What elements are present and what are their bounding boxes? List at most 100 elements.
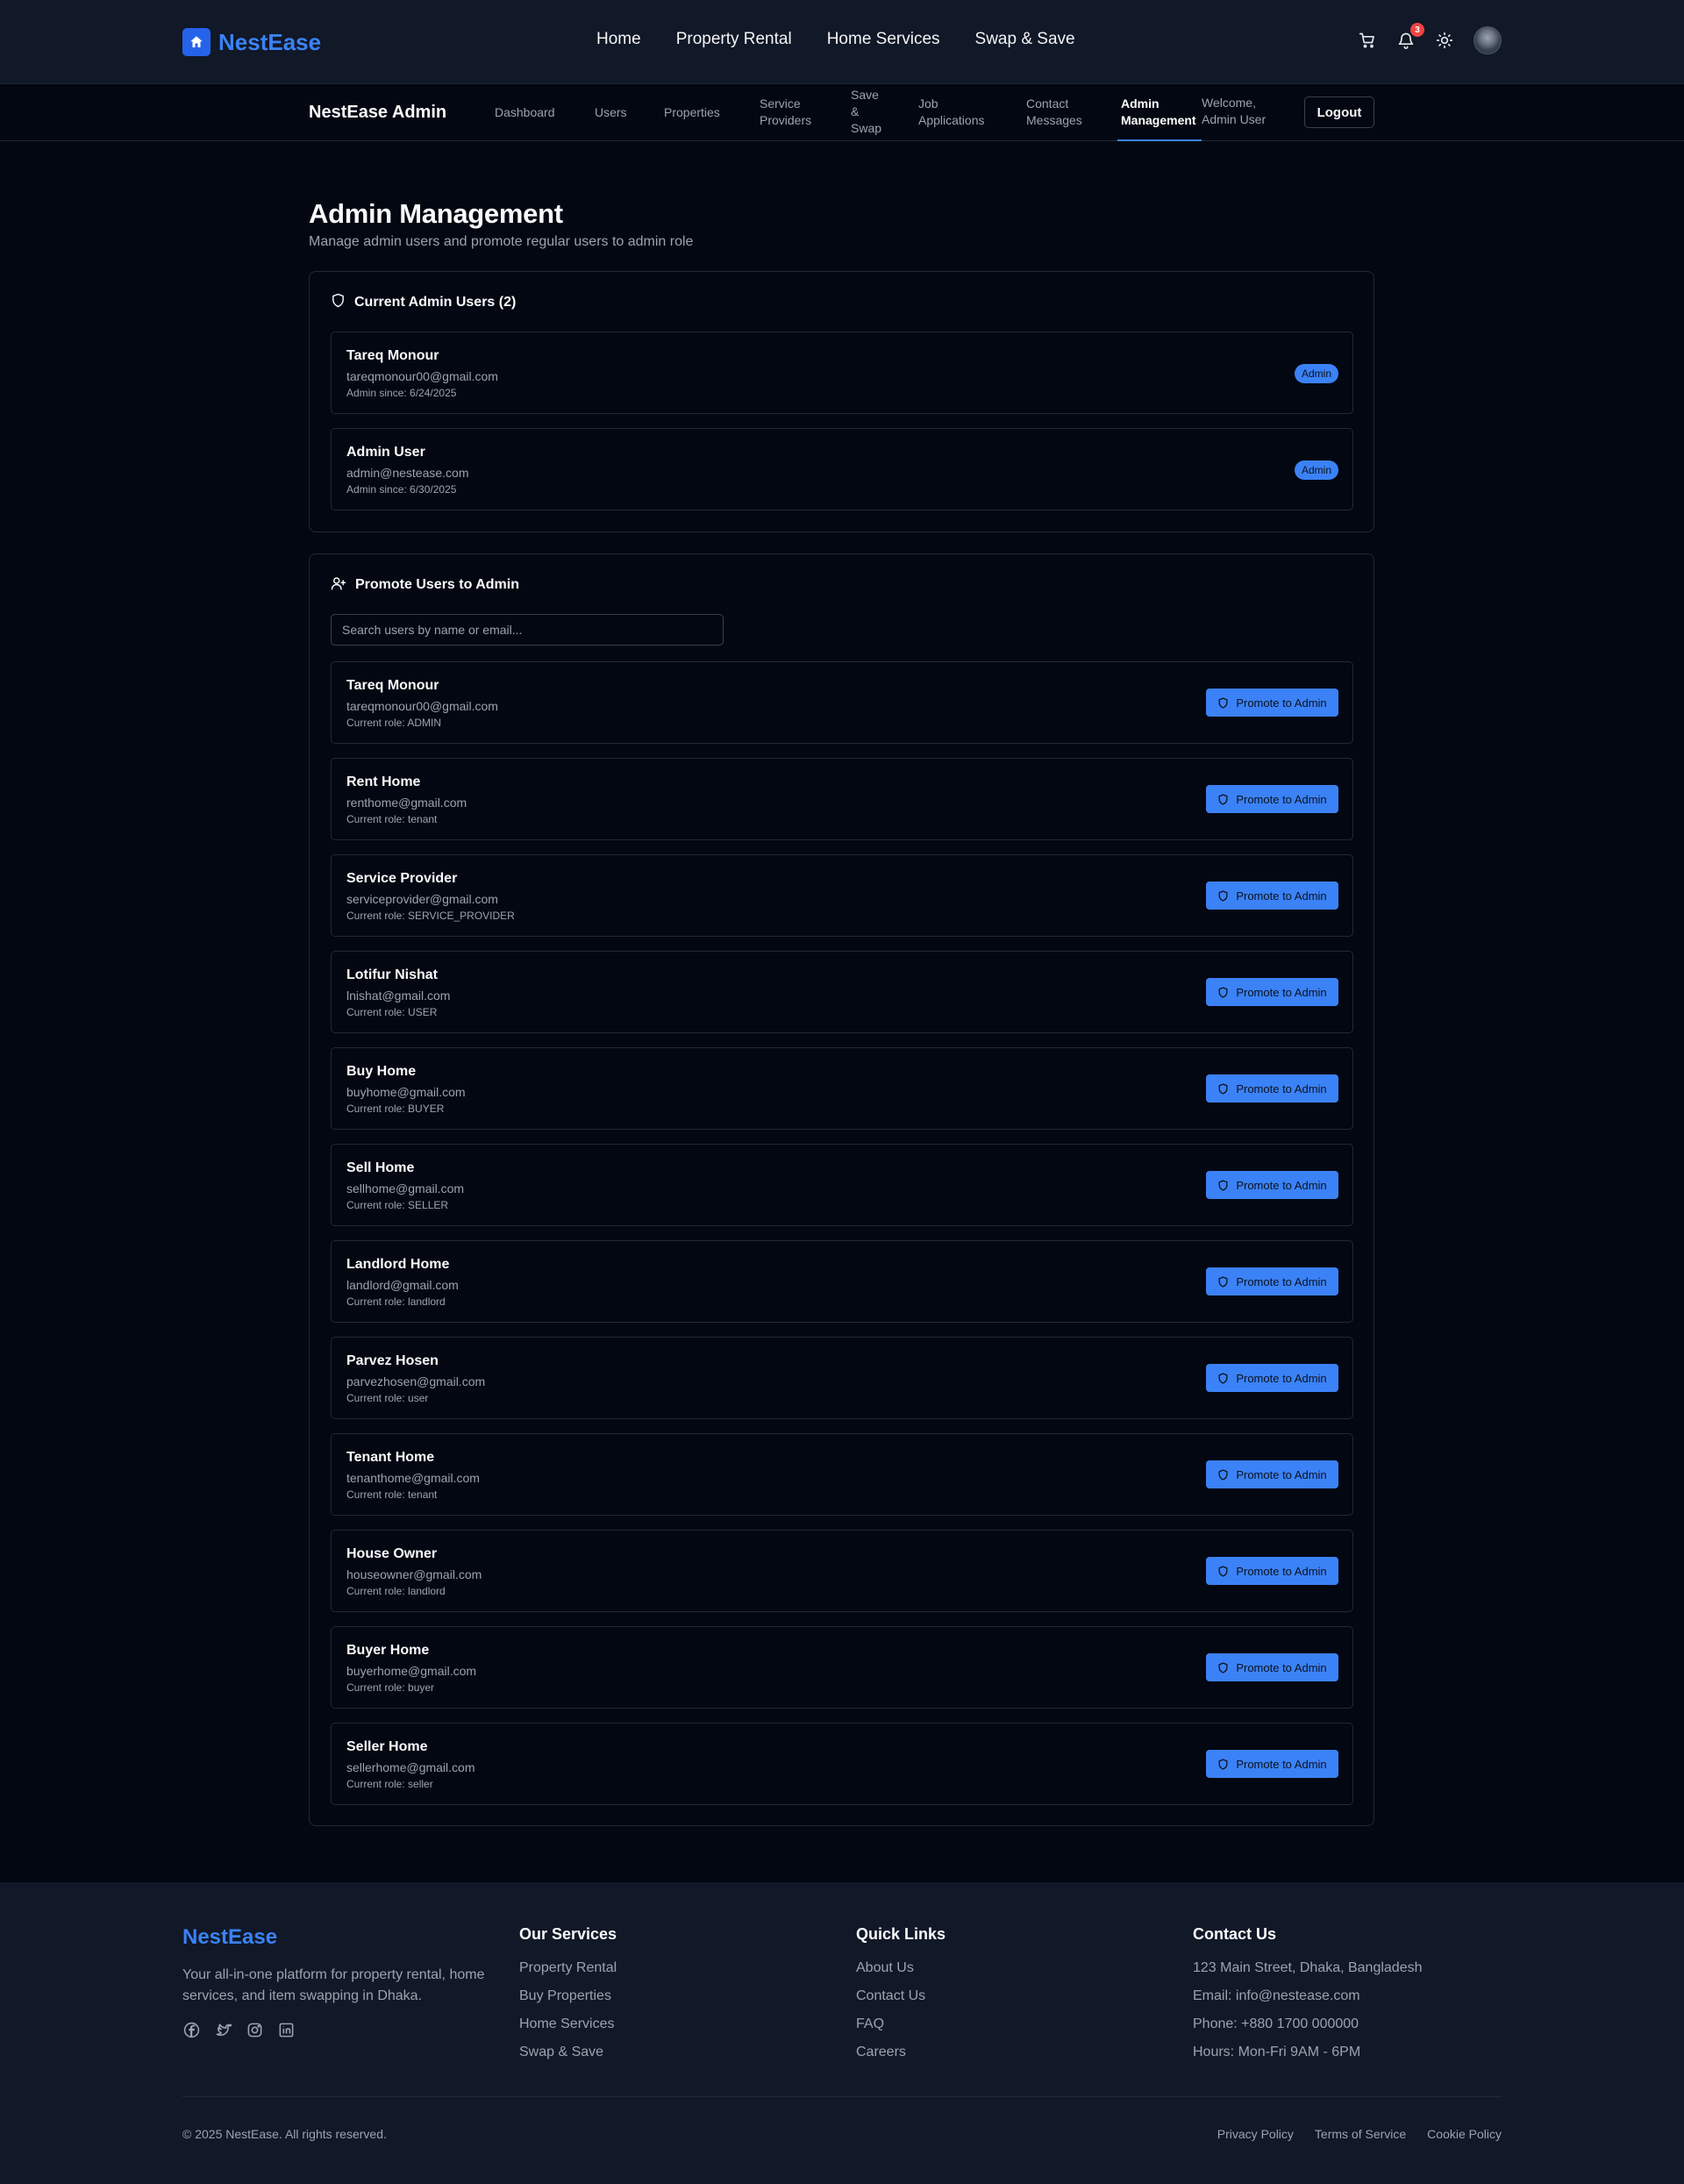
admin-brand: NestEase Admin (309, 103, 447, 122)
user-name: Parvez Hosen (346, 1353, 439, 1368)
tab-admin-management[interactable]: Admin Management (1121, 96, 1205, 129)
promote-to-admin-button[interactable]: Promote to Admin (1206, 1074, 1338, 1103)
footer-link-about-us[interactable]: About Us (856, 1959, 945, 1987)
promote-to-admin-button[interactable]: Promote to Admin (1206, 1460, 1338, 1488)
footer-quick-links-title: Quick Links (856, 1925, 946, 1943)
top-navbar: NestEase Home Property Rental Home Servi… (0, 0, 1684, 84)
brand-logo[interactable]: NestEase (182, 28, 321, 56)
nav-home[interactable]: Home (596, 30, 641, 49)
privacy-policy-link[interactable]: Privacy Policy (1217, 2127, 1294, 2141)
user-email: sellerhome@gmail.com (346, 1760, 475, 1774)
user-email: buyhome@gmail.com (346, 1085, 466, 1099)
logout-button[interactable]: Logout (1304, 96, 1374, 128)
footer-phone: Phone: +880 1700 000000 (1193, 2016, 1359, 2031)
nav-home-services[interactable]: Home Services (827, 30, 940, 49)
footer-link-property-rental[interactable]: Property Rental (519, 1959, 617, 1987)
footer-link-swap-and-save[interactable]: Swap & Save (519, 2043, 617, 2071)
shield-icon (331, 293, 346, 312)
promote-to-admin-button[interactable]: Promote to Admin (1206, 978, 1338, 1006)
tab-users[interactable]: Users (595, 104, 627, 121)
user-name: Lotifur Nishat (346, 967, 438, 982)
footer-brand: NestEase (182, 1925, 278, 1949)
user-row: Buy Home buyhome@gmail.com Current role: B… (331, 1047, 1353, 1130)
twitter-icon[interactable] (214, 2021, 232, 2038)
search-input[interactable] (331, 614, 724, 646)
user-name: House Owner (346, 1546, 438, 1561)
user-email: tareqmonour00@gmail.com (346, 699, 498, 713)
user-row: Rent Home renthome@gmail.com Current role:… (331, 758, 1353, 840)
promote-to-admin-button[interactable]: Promote to Admin (1206, 1653, 1338, 1681)
promote-to-admin-button[interactable]: Promote to Admin (1206, 1557, 1338, 1585)
cookie-policy-link[interactable]: Cookie Policy (1427, 2127, 1502, 2141)
user-email: tenanthome@gmail.com (346, 1471, 480, 1485)
footer-divider (182, 2096, 1502, 2097)
promote-to-admin-button[interactable]: Promote to Admin (1206, 1267, 1338, 1295)
promote-button-label: Promote to Admin (1236, 1371, 1327, 1385)
user-current-role: Current role: seller (346, 1778, 433, 1790)
admin-since: Admin since: 6/30/2025 (346, 483, 457, 496)
tab-contact-messages[interactable]: Contact Messages (1026, 96, 1096, 129)
footer-link-careers[interactable]: Careers (856, 2043, 945, 2071)
bell-icon[interactable]: 3 (1396, 23, 1424, 50)
tab-save-and-swap[interactable]: Save & Swap (851, 87, 889, 137)
footer-link-home-services[interactable]: Home Services (519, 2015, 617, 2043)
user-avatar[interactable] (1474, 26, 1502, 54)
shield-icon (1217, 986, 1229, 998)
user-email: renthome@gmail.com (346, 796, 467, 810)
user-current-role: Current role: tenant (346, 813, 438, 825)
user-email: parvezhosen@gmail.com (346, 1374, 486, 1388)
footer-link-faq[interactable]: FAQ (856, 2015, 945, 2043)
user-name: Landlord Home (346, 1257, 450, 1272)
promote-to-admin-button[interactable]: Promote to Admin (1206, 1364, 1338, 1392)
footer-link-contact-us[interactable]: Contact Us (856, 1987, 945, 2015)
nav-property-rental[interactable]: Property Rental (676, 30, 792, 49)
tab-dashboard[interactable]: Dashboard (495, 104, 555, 121)
user-plus-icon (331, 575, 346, 596)
footer-address: 123 Main Street, Dhaka, Bangladesh (1193, 1960, 1423, 1975)
tab-properties[interactable]: Properties (664, 104, 720, 121)
tab-job-applications[interactable]: Job Applications (918, 96, 997, 129)
shield-icon (1217, 1565, 1229, 1577)
user-current-role: Current role: SERVICE_PROVIDER (346, 910, 515, 922)
nav-actions: 3 (1358, 23, 1502, 54)
shield-icon (1217, 1179, 1229, 1191)
linkedin-icon[interactable] (277, 2021, 295, 2038)
notification-count-badge: 3 (1410, 23, 1424, 37)
promote-button-label: Promote to Admin (1236, 696, 1327, 710)
footer-services-title: Our Services (519, 1925, 617, 1943)
user-row: House Owner houseowner@gmail.com Current r… (331, 1530, 1353, 1612)
promote-to-admin-button[interactable]: Promote to Admin (1206, 689, 1338, 717)
promote-button-label: Promote to Admin (1236, 1660, 1327, 1674)
nav-swap-and-save[interactable]: Swap & Save (975, 30, 1075, 49)
promote-button-label: Promote to Admin (1236, 1274, 1327, 1288)
footer-services: Our Services Property Rental Buy Propert… (519, 1925, 617, 2071)
shield-icon (1217, 696, 1229, 709)
terms-of-service-link[interactable]: Terms of Service (1315, 2127, 1406, 2141)
footer-link-buy-properties[interactable]: Buy Properties (519, 1987, 617, 2015)
promote-button-label: Promote to Admin (1236, 1757, 1327, 1771)
user-name: Service Provider (346, 871, 458, 886)
admin-navbar: NestEase Admin Dashboard Users Propertie… (0, 84, 1684, 141)
instagram-icon[interactable] (246, 2021, 263, 2038)
facebook-icon[interactable] (182, 2021, 200, 2038)
admin-role-badge: Admin (1294, 460, 1338, 480)
promote-button-label: Promote to Admin (1236, 1564, 1327, 1578)
footer-hours: Hours: Mon-Fri 9AM - 6PM (1193, 2045, 1361, 2059)
promote-to-admin-button[interactable]: Promote to Admin (1206, 785, 1338, 813)
shopping-cart-icon[interactable] (1358, 31, 1377, 50)
admin-user-email: admin@nestease.com (346, 466, 469, 480)
shield-icon (1217, 1372, 1229, 1384)
promote-to-admin-button[interactable]: Promote to Admin (1206, 1750, 1338, 1778)
sun-icon[interactable] (1435, 31, 1454, 50)
promote-to-admin-button[interactable]: Promote to Admin (1206, 1171, 1338, 1199)
user-name: Tenant Home (346, 1450, 435, 1465)
user-row: Seller Home sellerhome@gmail.com Current r… (331, 1723, 1353, 1805)
tab-service-providers[interactable]: Service Providers (760, 96, 830, 129)
current-admins-title: Current Admin Users (2) (354, 295, 517, 310)
current-admins-header: Current Admin Users (2) (331, 293, 1352, 312)
user-row: Tenant Home tenanthome@gmail.com Current r… (331, 1433, 1353, 1516)
promote-button-label: Promote to Admin (1236, 889, 1327, 903)
promote-to-admin-button[interactable]: Promote to Admin (1206, 881, 1338, 910)
footer-description: Your all-in-one platform for property re… (182, 1967, 485, 2003)
admin-user-name: Tareq Monour (346, 348, 439, 363)
